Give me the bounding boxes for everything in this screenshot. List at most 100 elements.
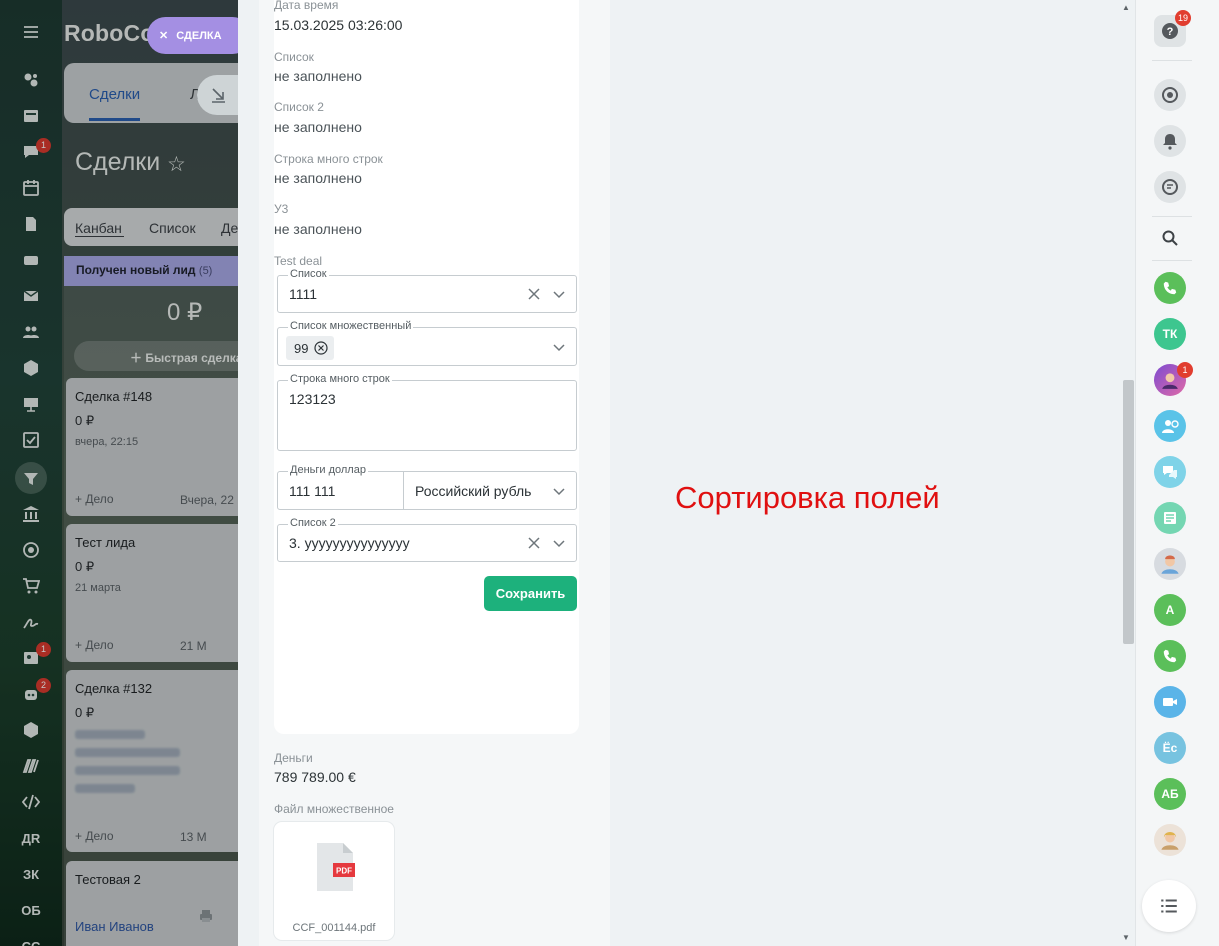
scrollbar-thumb[interactable] bbox=[1123, 380, 1134, 644]
field-value[interactable]: не заполнено bbox=[274, 68, 362, 84]
collapse-icon bbox=[211, 88, 225, 103]
rail-item-zk[interactable]: ЗК bbox=[19, 862, 43, 886]
robots-badge: 2 bbox=[36, 678, 51, 693]
deal-card-add-task[interactable]: + Дело bbox=[75, 492, 114, 506]
divider bbox=[1152, 260, 1192, 261]
deal-card-add-task[interactable]: + Дело bbox=[75, 638, 114, 652]
drive-icon[interactable] bbox=[19, 248, 43, 272]
avatar[interactable] bbox=[1154, 548, 1186, 580]
multi-list-select[interactable]: Список множественный 99 bbox=[277, 320, 577, 366]
printer-icon[interactable] bbox=[198, 908, 214, 924]
search-button[interactable] bbox=[1154, 222, 1186, 254]
money-amount-input[interactable]: 111 111 bbox=[289, 483, 335, 499]
copilot-button[interactable] bbox=[1154, 79, 1186, 111]
field-value[interactable]: не заполнено bbox=[274, 119, 362, 135]
deal-slider-tab[interactable]: ✕ СДЕЛКА bbox=[147, 17, 251, 54]
bank-icon[interactable] bbox=[19, 502, 43, 526]
menu-icon[interactable] bbox=[19, 20, 43, 44]
scroll-up-icon[interactable]: ▲ bbox=[1122, 3, 1130, 12]
deal-card-title[interactable]: Сделка #132 bbox=[75, 681, 152, 696]
rail-item-ob[interactable]: ОБ bbox=[19, 898, 43, 922]
avatar[interactable]: ТК bbox=[1154, 318, 1186, 350]
avatar[interactable]: АБ bbox=[1154, 778, 1186, 810]
calendar-icon[interactable] bbox=[19, 176, 43, 200]
notifications-button[interactable] bbox=[1154, 125, 1186, 157]
marketing-icon[interactable] bbox=[19, 538, 43, 562]
save-button[interactable]: Сохранить bbox=[484, 576, 577, 611]
phone-icon bbox=[1163, 281, 1177, 295]
field-value[interactable]: не заполнено bbox=[274, 221, 362, 237]
video-camera-icon bbox=[1163, 698, 1177, 706]
currency-select[interactable]: Российский рубль bbox=[415, 483, 531, 499]
avatar[interactable]: Ёс bbox=[1154, 732, 1186, 764]
tab-deals[interactable]: Сделки bbox=[89, 86, 140, 103]
scroll-down-icon[interactable]: ▼ bbox=[1122, 933, 1130, 942]
star-icon[interactable]: ☆ bbox=[167, 152, 186, 177]
field-label: Строка много строк bbox=[274, 152, 383, 166]
crm-icon[interactable] bbox=[19, 466, 43, 490]
documents-icon[interactable] bbox=[19, 212, 43, 236]
field-label: Список bbox=[274, 50, 314, 64]
sites-icon[interactable] bbox=[19, 68, 43, 92]
chat-bubbles-icon bbox=[1163, 466, 1177, 479]
remove-chip-icon[interactable] bbox=[314, 341, 329, 355]
open-lines-button[interactable] bbox=[1154, 456, 1186, 488]
news-button[interactable] bbox=[1154, 502, 1186, 534]
deal-card[interactable] bbox=[66, 670, 238, 852]
tab-deals-underline bbox=[89, 118, 140, 121]
clear-icon[interactable] bbox=[527, 287, 541, 301]
avatar[interactable]: А bbox=[1154, 594, 1186, 626]
file-attachment[interactable]: PDF CCF_001144.pdf bbox=[274, 822, 394, 940]
training-icon[interactable] bbox=[19, 392, 43, 416]
multiline-textarea-label: Строка много строк bbox=[288, 373, 392, 385]
security-icon[interactable] bbox=[19, 356, 43, 380]
video-call-button[interactable] bbox=[1154, 686, 1186, 718]
view-list[interactable]: Список bbox=[149, 220, 196, 236]
feed-icon[interactable] bbox=[19, 104, 43, 128]
deal-card-title[interactable]: Тестовая 2 bbox=[75, 872, 141, 887]
developer-code-icon[interactable] bbox=[19, 790, 43, 814]
file-name[interactable]: CCF_001144.pdf bbox=[274, 922, 394, 934]
mail-icon[interactable] bbox=[19, 284, 43, 308]
section-label: Test deal bbox=[274, 254, 323, 268]
rail-item-ss[interactable]: СС bbox=[19, 934, 43, 946]
field-value[interactable]: не заполнено bbox=[274, 170, 362, 186]
money-field: Деньги доллар 111 111 Российский рубль bbox=[277, 464, 577, 510]
field-value[interactable]: 15.03.2025 03:26:00 bbox=[274, 17, 402, 33]
employees-icon[interactable] bbox=[19, 320, 43, 344]
chevron-down-icon[interactable] bbox=[552, 484, 566, 498]
view-more[interactable]: Де bbox=[221, 220, 238, 236]
phone-call-button[interactable] bbox=[1154, 640, 1186, 672]
collapse-slider-button[interactable] bbox=[197, 75, 238, 115]
list-select[interactable]: Список 1111 bbox=[277, 268, 577, 313]
deal-card-title[interactable]: Тест лида bbox=[75, 535, 135, 550]
market-m-icon[interactable] bbox=[19, 754, 43, 778]
signature-icon[interactable] bbox=[19, 610, 43, 634]
view-kanban[interactable]: Канбан bbox=[75, 220, 122, 236]
avatar-initials: АБ bbox=[1161, 787, 1179, 801]
view-kanban-underline bbox=[75, 236, 124, 237]
field-value[interactable]: 789 789.00 € bbox=[274, 769, 356, 785]
deal-card-title[interactable]: Сделка #148 bbox=[75, 389, 152, 404]
deal-card-add-task[interactable]: + Дело bbox=[75, 829, 114, 843]
rail-item-dr[interactable]: ДR bbox=[19, 826, 43, 850]
chevron-down-icon[interactable] bbox=[552, 340, 566, 354]
chevron-down-icon[interactable] bbox=[552, 287, 566, 301]
clear-icon[interactable] bbox=[527, 536, 541, 550]
menu-toggle-button[interactable] bbox=[1142, 880, 1196, 932]
chevron-down-icon[interactable] bbox=[552, 536, 566, 550]
avatar[interactable] bbox=[1154, 824, 1186, 856]
deal-card-activity-date: 13 М bbox=[180, 830, 207, 844]
store-icon[interactable] bbox=[19, 718, 43, 742]
close-icon[interactable]: ✕ bbox=[159, 29, 168, 42]
messenger-search-button[interactable] bbox=[1154, 171, 1186, 203]
deal-card-date: 21 марта bbox=[75, 582, 121, 594]
multiline-textarea[interactable]: Строка много строк 123123 bbox=[277, 373, 577, 451]
deal-card-responsible[interactable]: Иван Иванов bbox=[75, 919, 154, 934]
contact-list-button[interactable] bbox=[1154, 410, 1186, 442]
phone-call-button[interactable] bbox=[1154, 272, 1186, 304]
shop-cart-icon[interactable] bbox=[19, 574, 43, 598]
list2-select[interactable]: Список 2 3. yyyyyyyyyyyyyyy bbox=[277, 517, 577, 562]
list2-select-label: Список 2 bbox=[288, 517, 338, 529]
tasks-icon[interactable] bbox=[19, 428, 43, 452]
